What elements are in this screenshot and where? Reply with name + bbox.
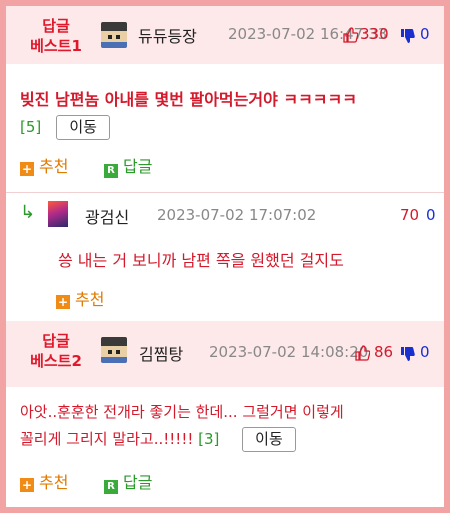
user-nickname[interactable]: 김찜탕 (139, 341, 183, 365)
downvote-count: 0 (426, 206, 436, 224)
comment-date: 2023-07-02 17:07:02 (157, 206, 317, 224)
best-badge-line2: 베스트2 (30, 352, 82, 370)
downvote-count: 0 (420, 25, 430, 43)
upvote-count: 86 (374, 343, 394, 361)
upvote-count: 70 (400, 206, 420, 224)
thumbs-up-icon[interactable] (354, 345, 370, 361)
user-avatar[interactable] (101, 337, 127, 363)
user-avatar[interactable] (101, 22, 127, 48)
recommend-button[interactable]: + 추천 (20, 473, 68, 493)
reply-count: [3] (198, 430, 220, 448)
comment-text-line2: 꼴리게 그리지 말라고..!!!!! (20, 430, 194, 448)
best-comment-header-2: 답글 베스트2 김찜탕 2023-07-02 14:08:20 86 0 (6, 321, 444, 387)
plus-icon: + (20, 478, 34, 492)
thumbs-down-icon[interactable] (399, 346, 415, 362)
reply-icon: R (104, 164, 118, 178)
downvote-count: 0 (420, 343, 430, 361)
best-badge-line1: 답글 (42, 332, 70, 350)
best-badge-line2: 베스트1 (30, 37, 82, 55)
reply-button[interactable]: R 답글 (104, 473, 152, 494)
plus-icon: + (20, 162, 34, 176)
move-button[interactable]: 이동 (242, 427, 296, 452)
move-button[interactable]: 이동 (56, 115, 110, 140)
comment-text: 아앗..훈훈한 전개라 좋기는 한데... 그럴거면 이렇게 꼴리게 그리지 말… (20, 399, 438, 453)
reply-arrow-icon: ↳ (20, 202, 36, 223)
reply-label: 답글 (123, 473, 153, 492)
upvote-count: 330 (360, 25, 389, 43)
reply-count: [5] (20, 118, 42, 136)
thumbs-down-icon[interactable] (399, 28, 415, 44)
reply-label: 답글 (123, 157, 153, 176)
reply-icon: R (104, 480, 118, 494)
best-badge-1: 답글 베스트1 (16, 16, 96, 56)
recommend-button[interactable]: + 추천 (20, 157, 68, 177)
thumbs-up-icon[interactable] (342, 27, 358, 43)
plus-icon: + (56, 295, 70, 309)
recommend-label: 추천 (75, 290, 105, 309)
user-avatar[interactable] (48, 201, 68, 227)
comment-meta-row: [5] 이동 (20, 115, 110, 140)
user-nickname[interactable]: 광검신 (85, 204, 129, 228)
reply-button[interactable]: R 답글 (104, 157, 152, 178)
comment-text-line1: 아앗..훈훈한 전개라 좋기는 한데... 그럴거면 이렇게 (20, 403, 344, 421)
recommend-button[interactable]: + 추천 (56, 290, 104, 310)
comment-text-line2-row: 꼴리게 그리지 말라고..!!!!! [3] 이동 (20, 426, 438, 453)
best-comment-header-1: 답글 베스트1 듀듀등장 2023-07-02 16:47:33 330 0 (6, 6, 444, 64)
comment-text: 씅 내는 거 보니까 남편 쪽을 원했던 걸지도 (58, 251, 344, 270)
user-nickname[interactable]: 듀듀등장 (138, 23, 197, 47)
comment-date: 2023-07-02 14:08:20 (209, 343, 369, 361)
recommend-label: 추천 (39, 473, 69, 492)
divider (6, 192, 444, 193)
best-badge-2: 답글 베스트2 (16, 331, 96, 371)
best-badge-line1: 답글 (42, 17, 70, 35)
comment-text: 빚진 남편놈 아내를 몇번 팔아먹는거야 ㅋㅋㅋㅋㅋ (20, 90, 357, 109)
recommend-label: 추천 (39, 157, 69, 176)
